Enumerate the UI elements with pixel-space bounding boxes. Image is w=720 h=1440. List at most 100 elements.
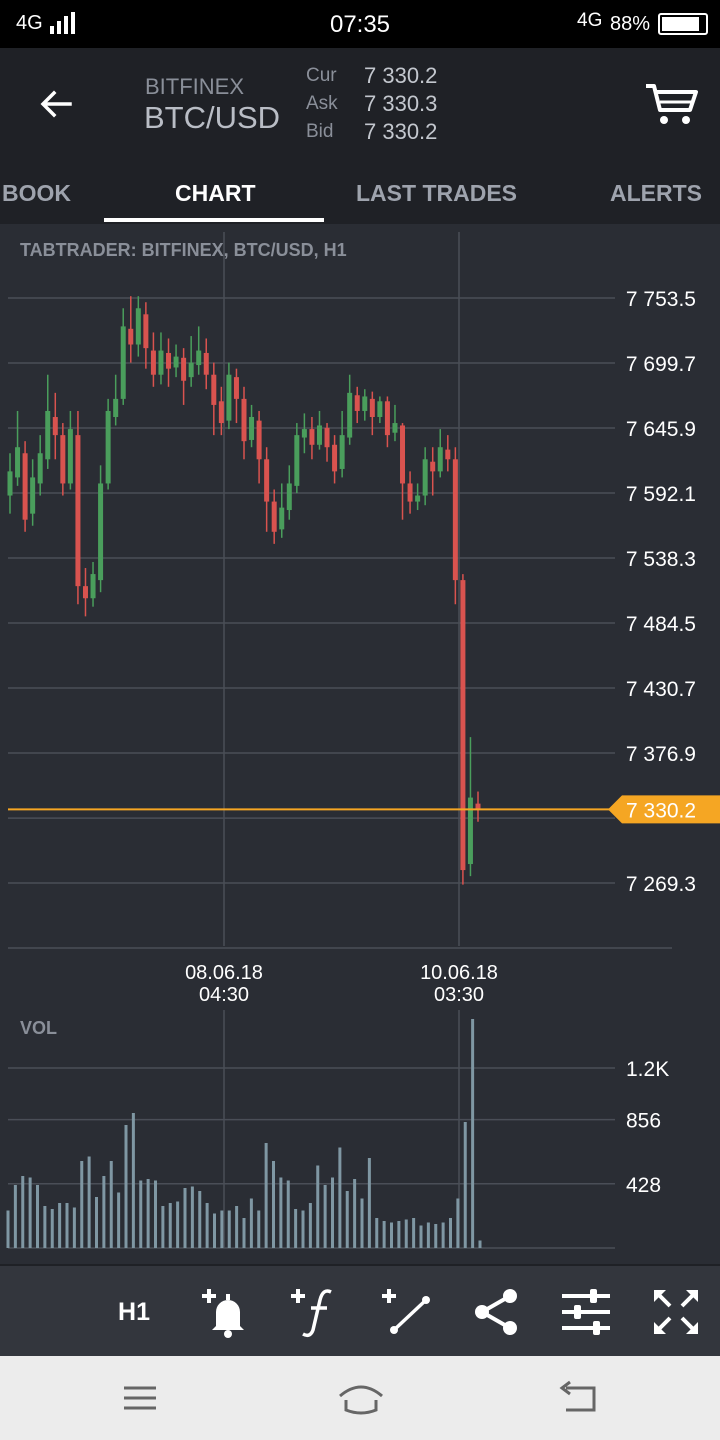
price-tick-label: 7 592.1: [626, 483, 696, 506]
battery-percent: 88%: [610, 13, 651, 35]
candle-body: [166, 352, 172, 369]
time-axis-date: 08.06.18: [185, 962, 263, 984]
tab-alerts[interactable]: ALERTS: [610, 180, 702, 207]
quote-label: Cur: [306, 65, 337, 86]
volume-bar: [28, 1177, 32, 1248]
candle-body: [362, 396, 368, 411]
volume-tick-label: 428: [626, 1174, 661, 1197]
tab-chart[interactable]: CHART: [175, 180, 256, 207]
volume-bar: [390, 1222, 393, 1248]
price-tick-label: 7 645.9: [626, 418, 696, 441]
price-chart[interactable]: 7 753.5 7 699.7 7 645.9 7 592.1 7 538.3 7 484…: [0, 224, 720, 1264]
active-tab-indicator: [104, 218, 324, 222]
volume-bar: [161, 1206, 165, 1248]
candle-body: [415, 495, 421, 502]
candle-body: [188, 362, 194, 378]
candle-body: [354, 395, 360, 411]
time-axis-time: 04:30: [199, 984, 249, 1006]
candle-body: [467, 797, 473, 865]
candle-body: [437, 447, 443, 472]
volume-bar: [308, 1203, 312, 1248]
draw-line-button[interactable]: [376, 1282, 436, 1342]
candle-body: [422, 459, 428, 496]
volume-bar: [272, 1161, 275, 1248]
volume-bar: [338, 1147, 342, 1248]
chart-settings-button[interactable]: [556, 1282, 616, 1342]
quotes-panel: Cur 7 330.2 Ask 7 330.3 Bid 7 330.2: [306, 62, 437, 146]
timeframe-button[interactable]: H1: [104, 1282, 164, 1342]
volume-bar: [95, 1197, 98, 1248]
volume-bar: [205, 1203, 209, 1248]
volume-bar: [176, 1201, 180, 1248]
volume-title: VOL: [20, 1018, 58, 1038]
volume-bar: [198, 1191, 202, 1248]
candle-body: [15, 447, 21, 478]
volume-bar: [257, 1210, 261, 1248]
fullscreen-button[interactable]: [646, 1282, 706, 1342]
home-icon[interactable]: [336, 1378, 386, 1418]
volume-bar: [117, 1192, 121, 1248]
volume-bar: [154, 1180, 157, 1248]
candle-body: [143, 314, 149, 349]
back-arrow-icon[interactable]: [36, 84, 76, 124]
volume-bar: [72, 1207, 76, 1248]
candle-body: [150, 350, 156, 375]
candle-body: [286, 483, 292, 511]
volume-bar: [6, 1210, 10, 1248]
volume-bar: [404, 1219, 408, 1248]
candles: [7, 296, 481, 885]
volume-bar: [375, 1218, 379, 1248]
menu-icon[interactable]: [118, 1378, 162, 1418]
quote-row-ask: Ask 7 330.3: [306, 90, 437, 118]
volume-bar: [397, 1221, 401, 1248]
header: BITFINEX BTC/USD Cur 7 330.2 Ask 7 330.3…: [0, 48, 720, 160]
candle-body: [52, 417, 58, 436]
candle-body: [377, 401, 383, 418]
volume-bar: [58, 1203, 62, 1248]
quote-row-cur: Cur 7 330.2: [306, 62, 437, 90]
volume-bar: [279, 1177, 283, 1248]
add-alert-button[interactable]: [196, 1282, 256, 1342]
volume-bar: [331, 1177, 334, 1248]
axis-labels: 7 753.5 7 699.7 7 645.9 7 592.1 7 538.3 7 484…: [8, 288, 720, 1197]
candle-body: [211, 374, 217, 405]
volume-bar: [463, 1122, 467, 1248]
candle-body: [324, 427, 330, 448]
candle-body: [98, 483, 104, 581]
chart-title: TABTRADER: BITFINEX, BTC/USD, H1: [20, 240, 347, 260]
tab-book[interactable]: BOOK: [2, 180, 71, 207]
volume-tick-label: 1.2K: [626, 1058, 669, 1081]
back-icon[interactable]: [556, 1378, 600, 1418]
candle-body: [158, 350, 164, 375]
volume-bar: [382, 1221, 386, 1248]
candle-body: [271, 501, 277, 532]
candle-body: [241, 398, 247, 442]
candle-body: [369, 398, 375, 418]
cart-icon[interactable]: [644, 82, 700, 126]
candle-body: [173, 356, 179, 368]
add-alert-icon: [202, 1289, 244, 1338]
quote-value: 7 330.2: [364, 119, 438, 144]
add-indicator-button[interactable]: [285, 1282, 345, 1342]
tab-bar: BOOK CHART LAST TRADES ALERTS: [0, 160, 720, 224]
tab-last-trades[interactable]: LAST TRADES: [356, 180, 517, 207]
candle-body: [135, 308, 141, 345]
fullscreen-icon: [654, 1290, 698, 1334]
candle-body: [294, 435, 300, 486]
candle-body: [128, 328, 134, 345]
candle-body: [37, 453, 43, 484]
volume-bar: [294, 1209, 298, 1248]
candle-body: [279, 507, 285, 530]
chart-area[interactable]: 7 753.5 7 699.7 7 645.9 7 592.1 7 538.3 7 484…: [0, 224, 720, 1264]
volume-bar: [345, 1191, 349, 1248]
volume-bar: [360, 1198, 364, 1248]
candle-body: [226, 374, 232, 421]
share-button[interactable]: [466, 1282, 526, 1342]
volume-bar: [456, 1198, 460, 1248]
data-network-type: 4G: [577, 10, 603, 31]
candle-body: [233, 377, 239, 399]
candle-body: [407, 483, 413, 502]
price-tick-label: 7 753.5: [626, 288, 696, 311]
volume-bar: [36, 1185, 39, 1248]
candle-body: [218, 401, 224, 424]
